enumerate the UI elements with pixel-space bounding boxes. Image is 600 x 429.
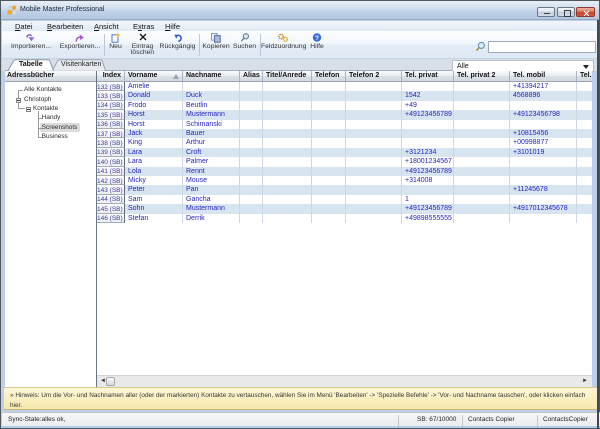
svg-text:?: ? [315,35,319,42]
